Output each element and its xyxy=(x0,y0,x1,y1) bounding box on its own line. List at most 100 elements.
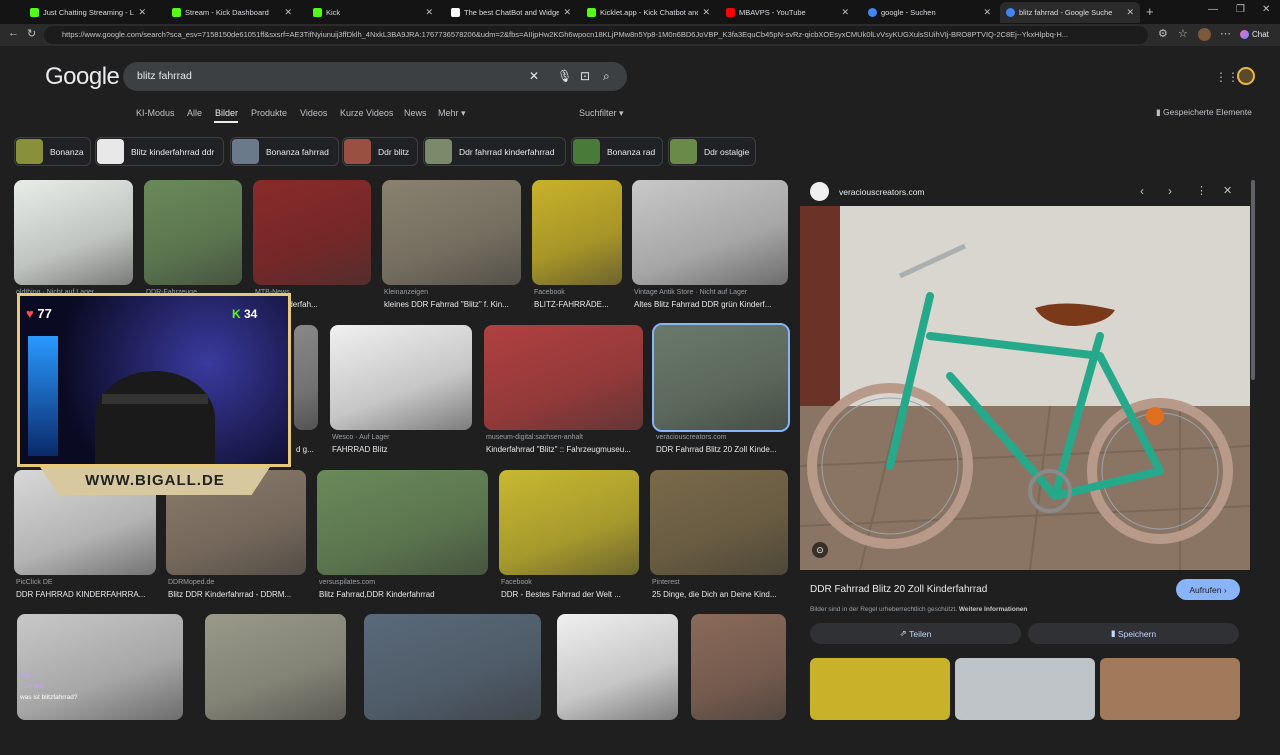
save-button[interactable]: ▮ Speichern xyxy=(1028,623,1239,644)
image-result[interactable]: veraciouscreators.com DDR Fahrrad Blitz 2… xyxy=(652,323,790,465)
minimize-button[interactable]: — xyxy=(1208,4,1218,15)
browser-tab[interactable]: The best ChatBot and Widgets fo✕ xyxy=(445,2,577,23)
result-thumbnail[interactable] xyxy=(382,180,521,285)
image-result[interactable] xyxy=(557,614,678,755)
tab-news[interactable]: News xyxy=(404,108,427,118)
tab-ki-modus[interactable]: KI-Modus xyxy=(136,108,175,118)
search-box[interactable]: blitz fahrrad ✕ 🎙 ⊡ ⌕ xyxy=(123,62,627,91)
lens-icon[interactable]: ⊡ xyxy=(580,69,590,83)
close-icon[interactable]: ✕ xyxy=(1126,7,1134,18)
related-chip[interactable]: Bonanza fahrrad xyxy=(230,137,339,166)
result-thumbnail[interactable] xyxy=(532,180,622,285)
apps-icon[interactable]: ⋮⋮ xyxy=(1215,70,1239,84)
result-thumbnail[interactable] xyxy=(652,323,790,432)
chat-button[interactable]: Chat xyxy=(1240,30,1269,40)
tab-videos[interactable]: Videos xyxy=(300,108,327,118)
browser-tab[interactable]: Kicklet.app - Kick Chatbot and Ov✕ xyxy=(581,2,716,23)
preview-image[interactable]: ⊙ xyxy=(800,206,1250,570)
result-source[interactable]: Facebook xyxy=(534,289,565,296)
image-result[interactable] xyxy=(691,614,786,755)
browser-tab[interactable]: google - Suchen ✕ xyxy=(862,2,997,23)
scrollbar[interactable] xyxy=(1251,180,1255,380)
image-result[interactable]: Wesco · Auf Lager FAHRRAD Blitz xyxy=(330,325,472,465)
filter-dropdown[interactable]: Suchfilter ▾ xyxy=(579,108,624,119)
tab-mehr[interactable]: Mehr ▾ xyxy=(438,108,466,119)
image-result[interactable]: Pinterest 25 Dinge, die Dich an Deine Kin… xyxy=(650,470,788,610)
preview-title[interactable]: DDR Fahrrad Blitz 20 Zoll Kinderfahrrad xyxy=(810,584,987,595)
back-icon[interactable]: ← xyxy=(8,27,19,39)
image-result[interactable]: Kleinanzeigen kleines DDR Fahrrad "Blitz"… xyxy=(382,180,521,320)
browser-tab[interactable]: Kick ✕ xyxy=(307,2,439,23)
image-result[interactable] xyxy=(364,614,541,755)
result-title[interactable]: 25 Dinge, die Dich an Deine Kind... xyxy=(652,590,794,599)
result-thumbnail[interactable] xyxy=(499,470,639,575)
close-icon[interactable]: ✕ xyxy=(138,7,146,18)
preview-site-name[interactable]: veraciouscreators.com xyxy=(839,187,925,197)
related-chip[interactable]: Ddr fahrrad kinderfahrrad xyxy=(423,137,566,166)
result-title[interactable]: Altes Blitz Fahrrad DDR grün Kinderf... xyxy=(634,300,794,309)
result-thumbnail[interactable] xyxy=(253,180,371,285)
close-icon[interactable]: ✕ xyxy=(983,7,991,18)
result-source[interactable]: veraciouscreators.com xyxy=(656,434,726,441)
image-result[interactable] xyxy=(205,614,346,755)
menu-icon[interactable]: ⋯ xyxy=(1220,27,1231,40)
result-title[interactable]: DDR - Bestes Fahrrad der Welt ... xyxy=(501,590,645,599)
search-input[interactable]: blitz fahrrad xyxy=(137,70,192,82)
result-title[interactable]: DDR Fahrrad Blitz 20 Zoll Kinde... xyxy=(656,445,794,454)
tab-bilder[interactable]: Bilder xyxy=(215,108,238,118)
browser-tab[interactable]: Just Chatting Streaming - Live Stre✕ xyxy=(24,2,152,23)
result-thumbnail[interactable] xyxy=(14,180,133,285)
window-close-button[interactable]: ✕ xyxy=(1262,4,1270,15)
share-button[interactable]: ⇗ Teilen xyxy=(810,623,1021,644)
google-logo[interactable]: Google xyxy=(45,63,120,91)
related-chip[interactable]: Bonanza rad xyxy=(571,137,663,166)
image-result[interactable]: d g... xyxy=(294,325,318,465)
more-options-icon[interactable]: ⋮ xyxy=(1196,184,1207,197)
image-result[interactable]: Facebook BLITZ-FAHRRÄDE... xyxy=(532,180,622,320)
related-chip[interactable]: Ddr blitz xyxy=(342,137,418,166)
result-title[interactable]: kleines DDR Fahrrad "Blitz" f. Kin... xyxy=(384,300,527,309)
clear-icon[interactable]: ✕ xyxy=(529,69,539,83)
result-title[interactable]: d g... xyxy=(296,445,324,454)
result-source[interactable]: DDRMoped.de xyxy=(168,579,214,586)
result-source[interactable]: Pinterest xyxy=(652,579,680,586)
settings-icon[interactable]: ⚙ xyxy=(1158,27,1168,40)
maximize-button[interactable]: ❐ xyxy=(1236,4,1245,15)
image-result[interactable]: Facebook DDR - Bestes Fahrrad der Welt ..… xyxy=(499,470,639,610)
image-result[interactable]: versuspilates.com Blitz Fahrrad,DDR Kinde… xyxy=(317,470,488,610)
related-image[interactable] xyxy=(1100,658,1240,720)
visit-button[interactable]: Aufrufen › xyxy=(1176,579,1240,600)
next-icon[interactable]: › xyxy=(1168,184,1172,198)
star-icon[interactable]: ☆ xyxy=(1178,27,1188,40)
result-thumbnail[interactable] xyxy=(557,614,678,720)
result-thumbnail[interactable] xyxy=(484,325,643,430)
result-title[interactable]: BLITZ-FAHRRÄDE... xyxy=(534,300,628,309)
tab-kurze-videos[interactable]: Kurze Videos xyxy=(340,108,393,118)
result-title[interactable]: Blitz DDR Kinderfahrrad - DDRM... xyxy=(168,590,312,599)
result-source[interactable]: PicClick DE xyxy=(16,579,53,586)
related-chip[interactable]: Ddr ostalgie xyxy=(668,137,756,166)
tab-produkte[interactable]: Produkte xyxy=(251,108,287,118)
mic-icon[interactable]: 🎙 xyxy=(557,69,572,83)
result-title[interactable]: Blitz Fahrrad,DDR Kinderfahrrad xyxy=(319,590,494,599)
related-image[interactable] xyxy=(955,658,1095,720)
close-icon[interactable]: ✕ xyxy=(841,7,849,18)
related-image[interactable] xyxy=(810,658,950,720)
result-source[interactable]: versuspilates.com xyxy=(319,579,375,586)
close-preview-icon[interactable]: ✕ xyxy=(1223,184,1232,197)
result-source[interactable]: museum-digital:sachsen-anhalt xyxy=(486,434,583,441)
close-icon[interactable]: ✕ xyxy=(563,7,571,18)
result-thumbnail[interactable] xyxy=(294,325,318,430)
result-thumbnail[interactable] xyxy=(205,614,346,720)
result-title[interactable]: Kinderfahrrad "Blitz" :: Fahrzeugmuseu..… xyxy=(486,445,649,454)
result-title[interactable]: FAHRRAD Blitz xyxy=(332,445,478,454)
previous-icon[interactable]: ‹ xyxy=(1140,184,1144,198)
result-thumbnail[interactable] xyxy=(364,614,541,720)
result-source[interactable]: Kleinanzeigen xyxy=(384,289,428,296)
result-source[interactable]: Vintage Antik Store · Nicht auf Lager xyxy=(634,289,747,296)
result-thumbnail[interactable] xyxy=(17,614,183,720)
tab-alle[interactable]: Alle xyxy=(187,108,202,118)
result-thumbnail[interactable] xyxy=(650,470,788,575)
lens-search-icon[interactable]: ⊙ xyxy=(812,542,828,558)
search-icon[interactable]: ⌕ xyxy=(603,69,610,84)
